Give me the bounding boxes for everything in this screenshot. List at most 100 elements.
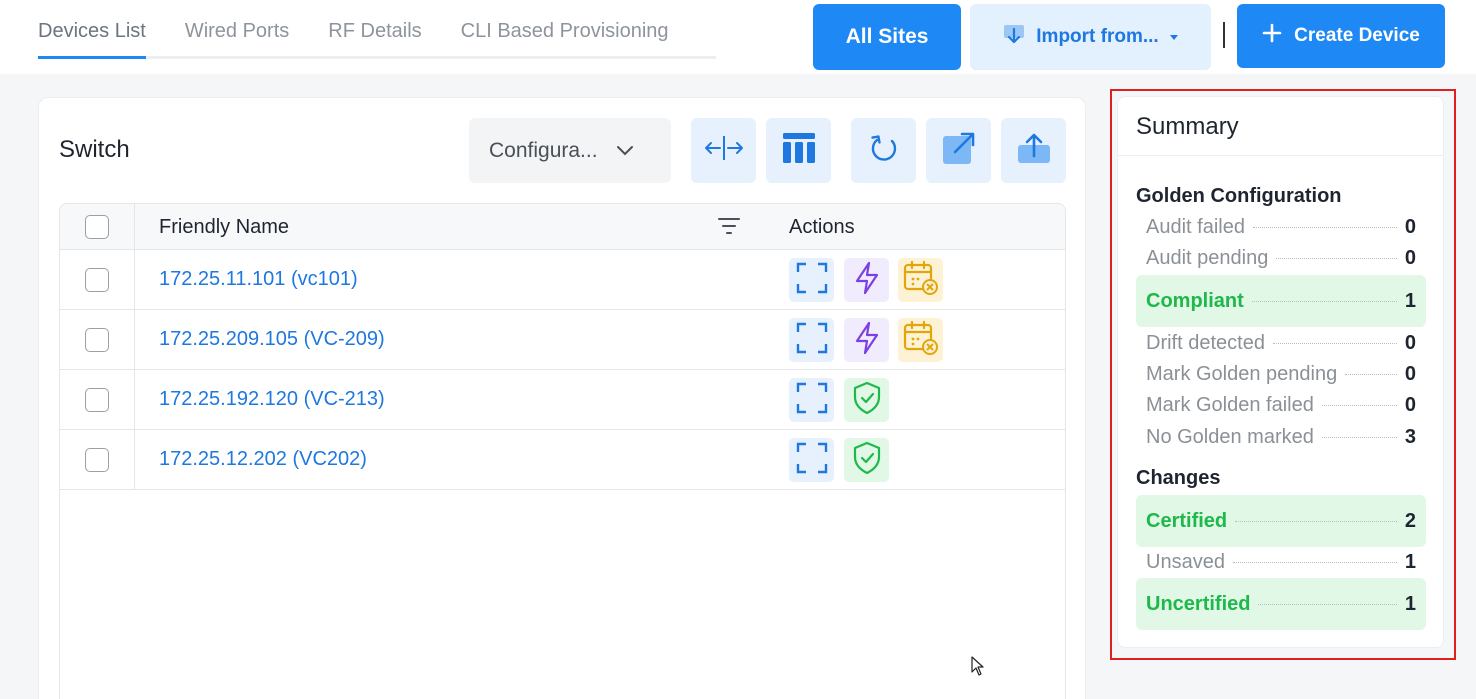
summary-item-label: Compliant (1146, 289, 1244, 312)
external-link-icon (942, 131, 976, 170)
table-row: 172.25.192.120 (VC-213) (60, 370, 1065, 430)
summary-item-unsaved[interactable]: Unsaved 1 (1136, 547, 1426, 578)
tab-wired-ports[interactable]: Wired Ports (185, 18, 328, 56)
split-horizontal-icon (704, 133, 744, 168)
dotted-leader (1232, 562, 1397, 563)
changes-title: Changes (1136, 467, 1221, 489)
summary-item-label: Mark Golden failed (1146, 394, 1314, 416)
summary-item-certified[interactable]: Certified 2 (1136, 495, 1426, 547)
download-icon (1002, 22, 1026, 52)
tab-devices-list[interactable]: Devices List (38, 18, 185, 59)
schedule-action-button[interactable] (898, 258, 943, 302)
select-all-checkbox[interactable] (85, 214, 109, 239)
dotted-leader (1252, 227, 1397, 228)
import-from-button[interactable]: Import from... (970, 4, 1211, 70)
chevron-down-icon (616, 139, 634, 163)
expand-action-button[interactable] (789, 378, 834, 422)
tab-bar: Devices List Wired Ports RF Details CLI … (38, 18, 716, 59)
column-header-actions: Actions (789, 216, 855, 238)
dotted-leader (1251, 300, 1397, 302)
row-select-cell (60, 430, 135, 489)
refresh-button[interactable] (851, 118, 916, 183)
row-checkbox[interactable] (85, 387, 109, 412)
summary-item-label: Mark Golden pending (1146, 363, 1338, 385)
summary-item-compliant[interactable]: Compliant 1 (1136, 275, 1426, 327)
shield-check-icon (852, 381, 882, 420)
row-select-cell (60, 250, 135, 309)
row-checkbox[interactable] (85, 447, 109, 472)
summary-item-audit-pending[interactable]: Audit pending 0 (1136, 243, 1426, 274)
table-row: 172.25.209.105 (VC-209) (60, 310, 1065, 370)
compliance-action-button[interactable] (844, 378, 889, 422)
summary-item-value: 0 (1404, 363, 1416, 385)
golden-config-title: Golden Configuration (1136, 185, 1342, 207)
mouse-pointer-icon (971, 656, 985, 681)
summary-item-mark-golden-failed[interactable]: Mark Golden failed 0 (1136, 390, 1426, 421)
dotted-leader (1235, 520, 1397, 522)
summary-item-value: 3 (1404, 426, 1416, 448)
device-link[interactable]: 172.25.11.101 (vc101) (159, 268, 358, 291)
expand-icon (796, 442, 828, 479)
switch-card: Switch Configura... Friendly Name Action… (38, 97, 1086, 699)
upload-icon (1017, 132, 1051, 169)
schedule-action-button[interactable] (898, 318, 943, 362)
summary-divider (1118, 155, 1443, 156)
run-action-button[interactable] (844, 318, 889, 362)
tab-rf-details[interactable]: RF Details (328, 18, 460, 56)
open-external-button[interactable] (926, 118, 991, 183)
summary-item-label: No Golden marked (1146, 426, 1314, 448)
summary-item-value: 0 (1404, 216, 1416, 238)
lightning-icon (854, 321, 880, 360)
summary-item-label: Audit pending (1146, 247, 1269, 269)
dotted-leader (1276, 258, 1397, 259)
tab-cli-provisioning[interactable]: CLI Based Provisioning (461, 18, 669, 56)
plus-icon (1262, 23, 1282, 49)
all-sites-button[interactable]: All Sites (813, 4, 961, 70)
export-button[interactable] (1001, 118, 1066, 183)
summary-item-value: 1 (1404, 551, 1416, 573)
expand-icon (796, 262, 828, 299)
expand-action-button[interactable] (789, 438, 834, 482)
summary-item-drift-detected[interactable]: Drift detected 0 (1136, 328, 1426, 359)
calendar-x-icon (903, 260, 939, 301)
shield-check-icon (852, 441, 882, 480)
header-divider (1223, 22, 1225, 48)
row-select-cell (60, 310, 135, 369)
table-row: 172.25.11.101 (vc101) (60, 250, 1065, 310)
column-header-friendly-name[interactable]: Friendly Name (159, 216, 289, 239)
summary-title: Summary (1136, 113, 1239, 140)
dotted-leader (1321, 405, 1397, 406)
row-select-cell (60, 370, 135, 429)
split-columns-button[interactable] (691, 118, 756, 183)
device-table: Friendly Name Actions 172.25.11.101 (vc1… (59, 203, 1066, 699)
caret-down-icon (1169, 26, 1179, 48)
row-checkbox[interactable] (85, 267, 109, 292)
dotted-leader (1345, 374, 1397, 375)
summary-item-no-golden-marked[interactable]: No Golden marked 3 (1136, 422, 1426, 453)
device-link[interactable]: 172.25.12.202 (VC202) (159, 448, 367, 471)
all-sites-label: All Sites (845, 25, 929, 48)
dotted-leader (1258, 603, 1397, 605)
summary-item-audit-failed[interactable]: Audit failed 0 (1136, 212, 1426, 243)
table-columns-icon (782, 132, 816, 169)
refresh-icon (868, 132, 900, 169)
summary-item-value: 0 (1404, 247, 1416, 269)
run-action-button[interactable] (844, 258, 889, 302)
summary-item-uncertified[interactable]: Uncertified 1 (1136, 578, 1426, 630)
device-link[interactable]: 172.25.209.105 (VC-209) (159, 328, 385, 351)
row-checkbox[interactable] (85, 327, 109, 352)
expand-action-button[interactable] (789, 318, 834, 362)
top-header: Devices List Wired Ports RF Details CLI … (0, 0, 1476, 74)
summary-item-mark-golden-pending[interactable]: Mark Golden pending 0 (1136, 359, 1426, 390)
compliance-action-button[interactable] (844, 438, 889, 482)
device-link[interactable]: 172.25.192.120 (VC-213) (159, 388, 385, 411)
card-title: Switch (59, 136, 130, 163)
column-settings-button[interactable] (766, 118, 831, 183)
create-device-label: Create Device (1294, 25, 1420, 46)
expand-action-button[interactable] (789, 258, 834, 302)
view-dropdown[interactable]: Configura... (469, 118, 671, 183)
create-device-button[interactable]: Create Device (1237, 4, 1445, 68)
dotted-leader (1321, 437, 1397, 438)
dotted-leader (1272, 343, 1397, 344)
filter-icon[interactable] (718, 217, 740, 240)
